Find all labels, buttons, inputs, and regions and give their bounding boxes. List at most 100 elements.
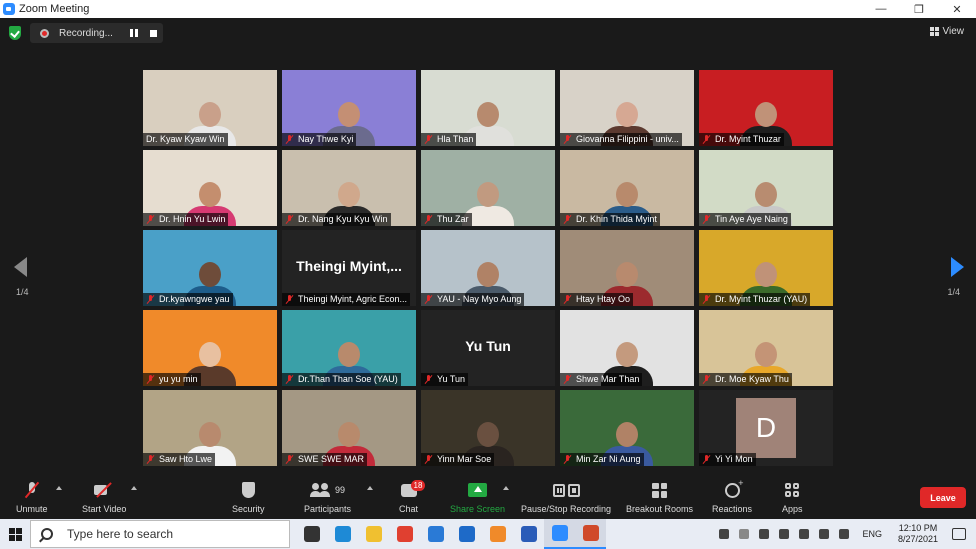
participant-tile[interactable]: Min Zar Ni Aung bbox=[560, 390, 694, 466]
audio-options-caret-icon[interactable] bbox=[56, 486, 62, 490]
participants-label: Participants bbox=[304, 504, 352, 514]
show-hidden-icons-icon[interactable] bbox=[739, 529, 750, 539]
taskbar-app-store[interactable] bbox=[420, 519, 451, 549]
encryption-shield-icon[interactable] bbox=[9, 26, 21, 40]
participant-tile[interactable]: Hla Than bbox=[421, 70, 555, 146]
participant-tile[interactable]: Nay Thwe Kyi bbox=[282, 70, 416, 146]
participant-display-name: Theingi Myint,... bbox=[296, 258, 402, 274]
restore-button[interactable]: ❐ bbox=[900, 3, 938, 16]
view-button[interactable]: View bbox=[929, 26, 964, 37]
taskbar-search-box[interactable]: Type here to search bbox=[30, 520, 290, 548]
participant-tile[interactable]: Dr. Moe Kyaw Thu bbox=[699, 310, 833, 386]
start-video-label: Start Video bbox=[82, 504, 127, 514]
leave-button[interactable]: Leave bbox=[920, 487, 966, 508]
video-options-caret-icon[interactable] bbox=[131, 486, 137, 490]
search-icon bbox=[41, 528, 53, 540]
participant-tile[interactable]: yu yu min bbox=[143, 310, 277, 386]
taskbar-apps bbox=[296, 519, 606, 549]
recording-indicator: Recording... bbox=[30, 23, 163, 43]
participant-tile[interactable]: YAU - Nay Myo Aung bbox=[421, 230, 555, 306]
taskbar-app-file-explorer[interactable] bbox=[358, 519, 389, 549]
participant-tile[interactable]: Theingi Myint,... Theingi Myint, Agric Ec… bbox=[282, 230, 416, 306]
participant-tile[interactable]: Yu Tun Yu Tun bbox=[421, 310, 555, 386]
onedrive-icon[interactable] bbox=[759, 529, 770, 539]
muted-mic-icon bbox=[563, 134, 572, 144]
minimize-button[interactable]: — bbox=[862, 3, 900, 15]
participant-tile[interactable]: Dr. Nang Kyu Kyu Win bbox=[282, 150, 416, 226]
participant-name: Dr. Hnin Yu Lwin bbox=[159, 214, 226, 224]
participant-tile[interactable]: Saw Hto Lwe bbox=[143, 390, 277, 466]
pause-recording-icon[interactable] bbox=[130, 29, 138, 37]
participant-tile[interactable]: Tin Aye Aye Naing bbox=[699, 150, 833, 226]
share-screen-button[interactable]: Share Screen bbox=[450, 479, 505, 514]
apps-label: Apps bbox=[782, 504, 803, 514]
taskbar-app-task-view[interactable] bbox=[296, 519, 327, 549]
share-options-caret-icon[interactable] bbox=[503, 486, 509, 490]
taskbar-app-zoom[interactable] bbox=[544, 519, 575, 549]
pen-icon[interactable] bbox=[839, 529, 850, 539]
volume-icon[interactable] bbox=[819, 529, 830, 539]
taskbar-clock[interactable]: 12:10 PM 8/27/2021 bbox=[898, 523, 938, 545]
participant-tile[interactable]: Dr.Than Than Soe (YAU) bbox=[282, 310, 416, 386]
people-tray-icon[interactable] bbox=[719, 529, 730, 539]
firefox-icon bbox=[489, 526, 506, 542]
taskbar-app-powerpoint[interactable] bbox=[575, 519, 606, 549]
action-center-icon[interactable] bbox=[952, 528, 966, 540]
battery-icon[interactable] bbox=[779, 529, 790, 539]
participant-name: Hla Than bbox=[437, 134, 474, 144]
participant-tile[interactable]: Yinn Mar Soe bbox=[421, 390, 555, 466]
breakout-rooms-button[interactable]: Breakout Rooms bbox=[626, 479, 693, 514]
participant-tile[interactable]: Dr. Myint Thuzar bbox=[699, 70, 833, 146]
stop-recording-icon[interactable] bbox=[150, 29, 157, 37]
clock-date: 8/27/2021 bbox=[897, 534, 938, 544]
participants-button[interactable]: 99 Participants bbox=[304, 479, 351, 514]
participant-tile[interactable]: Dr.kyawngwe yau bbox=[143, 230, 277, 306]
start-button[interactable] bbox=[0, 519, 30, 549]
participant-tile[interactable]: D Yi Yi Mon bbox=[699, 390, 833, 466]
share-screen-icon bbox=[468, 483, 488, 497]
apps-button[interactable]: Apps bbox=[782, 479, 803, 514]
participant-tile[interactable]: Htay Htay Oo bbox=[560, 230, 694, 306]
security-button[interactable]: Security bbox=[232, 479, 265, 514]
muted-mic-icon bbox=[285, 214, 294, 224]
window-title: Zoom Meeting bbox=[19, 3, 90, 15]
breakout-rooms-icon bbox=[652, 482, 668, 498]
muted-mic-icon bbox=[424, 374, 433, 384]
participant-tile[interactable]: SWE SWE MAR bbox=[282, 390, 416, 466]
participant-name: Dr. Kyaw Kyaw Win bbox=[146, 134, 225, 144]
close-button[interactable]: ✕ bbox=[938, 3, 976, 16]
participants-caret-icon[interactable] bbox=[367, 486, 373, 490]
reactions-label: Reactions bbox=[712, 504, 753, 514]
previous-page-arrow-icon[interactable] bbox=[14, 257, 27, 277]
participant-name: Shwe Mar Than bbox=[576, 374, 640, 384]
muted-mic-icon bbox=[424, 214, 433, 224]
participant-tile[interactable]: Shwe Mar Than bbox=[560, 310, 694, 386]
participant-tile[interactable]: Giovanna Filippini - univ... bbox=[560, 70, 694, 146]
participant-tile[interactable]: Dr. Hnin Yu Lwin bbox=[143, 150, 277, 226]
taskbar-app-firefox[interactable] bbox=[482, 519, 513, 549]
powerpoint-icon bbox=[582, 525, 599, 541]
start-video-button[interactable]: Start Video bbox=[82, 479, 126, 514]
participant-name-label: Htay Htay Oo bbox=[560, 293, 634, 306]
participant-tile[interactable]: Thu Zar bbox=[421, 150, 555, 226]
taskbar-app-word[interactable] bbox=[513, 519, 544, 549]
chat-button[interactable]: 18 Chat bbox=[399, 479, 426, 514]
reactions-button[interactable]: Reactions bbox=[712, 478, 753, 515]
taskbar-app-chrome[interactable] bbox=[389, 519, 420, 549]
unmute-button[interactable]: Unmute bbox=[16, 479, 48, 514]
input-language[interactable]: ENG bbox=[862, 529, 882, 539]
taskbar-app-mail[interactable] bbox=[451, 519, 482, 549]
participant-tile[interactable]: Dr. Kyaw Kyaw Win bbox=[143, 70, 277, 146]
pause-stop-recording-button[interactable]: Pause/Stop Recording bbox=[521, 479, 611, 514]
muted-mic-icon bbox=[146, 454, 155, 464]
muted-mic-icon bbox=[424, 294, 433, 304]
taskbar-app-edge[interactable] bbox=[327, 519, 358, 549]
muted-mic-icon bbox=[146, 374, 155, 384]
network-icon[interactable] bbox=[799, 529, 810, 539]
participant-tile[interactable]: Dr. Myint Thuzar (YAU) bbox=[699, 230, 833, 306]
participant-name-label: yu yu min bbox=[143, 373, 201, 386]
participant-name: Theingi Myint, Agric Econ... bbox=[298, 294, 408, 304]
participant-tile[interactable]: Dr. Khin Thida Myint bbox=[560, 150, 694, 226]
next-page-arrow-icon[interactable] bbox=[951, 257, 964, 277]
zoom-icon bbox=[551, 525, 568, 541]
